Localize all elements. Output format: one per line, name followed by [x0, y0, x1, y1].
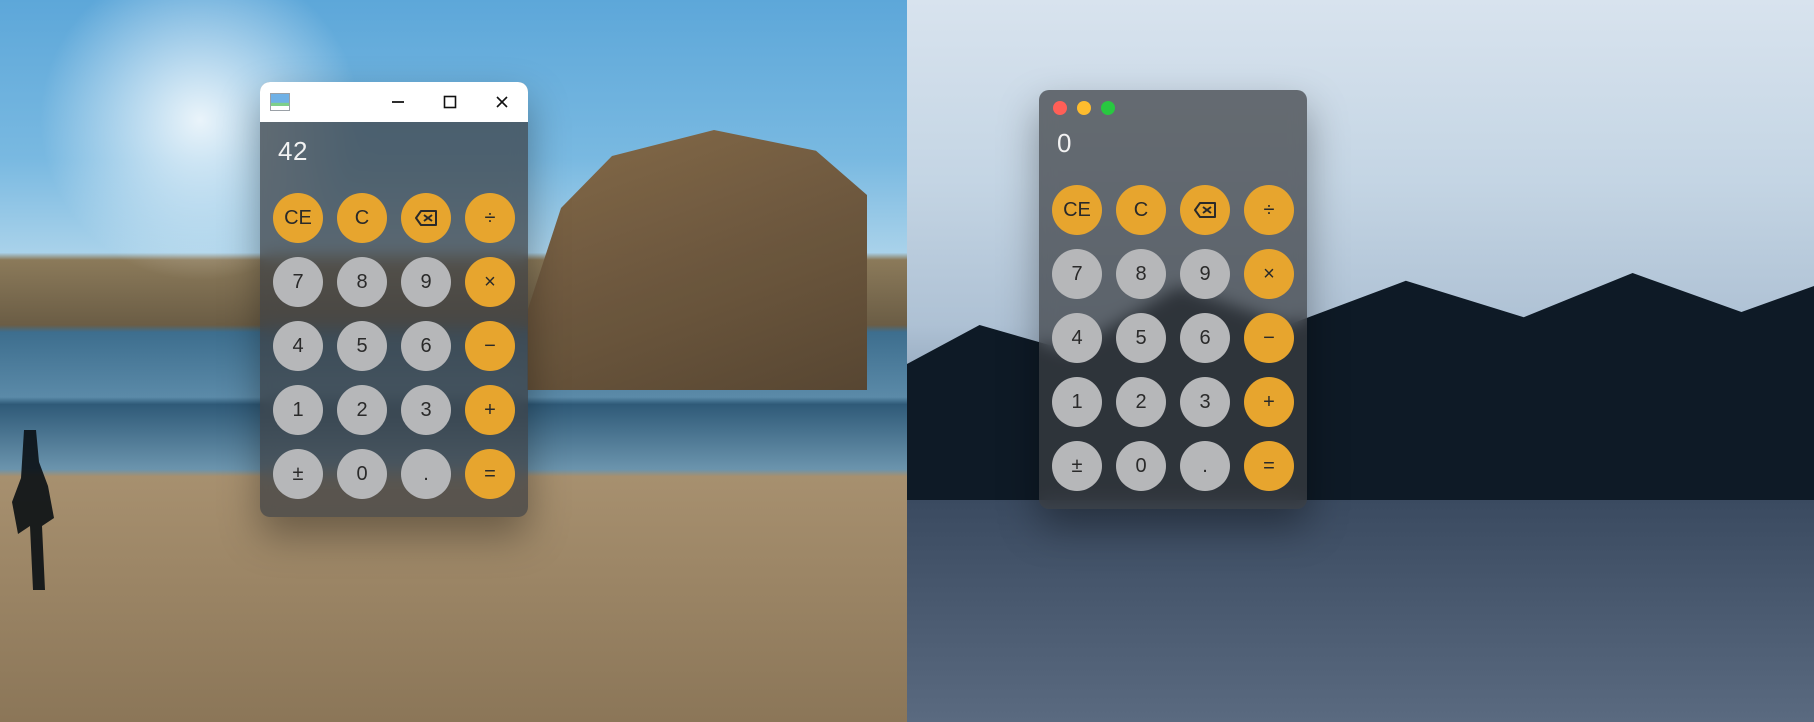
key-1[interactable]: 1 [273, 385, 323, 435]
key-4[interactable]: 4 [273, 321, 323, 371]
key-clear-entry[interactable]: CE [1052, 185, 1102, 235]
key-backspace[interactable] [401, 193, 451, 243]
key-equals[interactable]: = [1244, 441, 1294, 491]
traffic-light-zoom[interactable] [1101, 101, 1115, 115]
key-6[interactable]: 6 [401, 321, 451, 371]
key-clear[interactable]: C [1116, 185, 1166, 235]
calc-display: 0 [1039, 126, 1307, 173]
key-7[interactable]: 7 [1052, 249, 1102, 299]
wallpaper-water [907, 500, 1814, 722]
keypad: CE C ÷ 7 8 9 × 4 5 6 − 1 2 3 + ± 0 [1039, 173, 1307, 509]
key-subtract[interactable]: − [465, 321, 515, 371]
maximize-button[interactable] [424, 82, 476, 122]
key-backspace[interactable] [1180, 185, 1230, 235]
keypad: CE C ÷ 7 8 9 × 4 5 6 − 1 2 3 + ± 0 [260, 181, 528, 517]
key-decimal[interactable]: . [401, 449, 451, 499]
calculator-window-macos: 0 CE C ÷ 7 8 9 × 4 5 6 − 1 2 3 + ± [1039, 90, 1307, 509]
key-clear-entry[interactable]: CE [273, 193, 323, 243]
key-9[interactable]: 9 [401, 257, 451, 307]
key-divide[interactable]: ÷ [1244, 185, 1294, 235]
key-multiply[interactable]: × [1244, 249, 1294, 299]
key-add[interactable]: + [465, 385, 515, 435]
traffic-light-minimize[interactable] [1077, 101, 1091, 115]
key-decimal[interactable]: . [1180, 441, 1230, 491]
pane-divider [907, 0, 908, 722]
key-0[interactable]: 0 [337, 449, 387, 499]
key-add[interactable]: + [1244, 377, 1294, 427]
key-multiply[interactable]: × [465, 257, 515, 307]
close-button[interactable] [476, 82, 528, 122]
minimize-button[interactable] [372, 82, 424, 122]
key-8[interactable]: 8 [337, 257, 387, 307]
key-equals[interactable]: = [465, 449, 515, 499]
calculator-window-windows: 42 CE C ÷ 7 8 9 × 4 5 6 − 1 2 3 + ± [260, 82, 528, 517]
backspace-icon [415, 210, 437, 226]
key-4[interactable]: 4 [1052, 313, 1102, 363]
key-1[interactable]: 1 [1052, 377, 1102, 427]
key-5[interactable]: 5 [337, 321, 387, 371]
app-icon [270, 93, 290, 111]
titlebar-macos [1039, 90, 1307, 126]
key-sign[interactable]: ± [273, 449, 323, 499]
comparison-canvas: 42 CE C ÷ 7 8 9 × 4 5 6 − 1 2 3 + ± [0, 0, 1814, 722]
titlebar-windows [260, 82, 528, 122]
calc-display: 42 [260, 122, 528, 181]
maximize-icon [443, 95, 457, 109]
key-7[interactable]: 7 [273, 257, 323, 307]
key-8[interactable]: 8 [1116, 249, 1166, 299]
right-pane: 0 CE C ÷ 7 8 9 × 4 5 6 − 1 2 3 + ± [907, 0, 1814, 722]
key-2[interactable]: 2 [337, 385, 387, 435]
key-sign[interactable]: ± [1052, 441, 1102, 491]
key-3[interactable]: 3 [1180, 377, 1230, 427]
close-icon [495, 95, 509, 109]
key-5[interactable]: 5 [1116, 313, 1166, 363]
key-clear[interactable]: C [337, 193, 387, 243]
backspace-icon [1194, 202, 1216, 218]
key-6[interactable]: 6 [1180, 313, 1230, 363]
traffic-light-close[interactable] [1053, 101, 1067, 115]
key-2[interactable]: 2 [1116, 377, 1166, 427]
key-0[interactable]: 0 [1116, 441, 1166, 491]
key-subtract[interactable]: − [1244, 313, 1294, 363]
key-9[interactable]: 9 [1180, 249, 1230, 299]
left-pane: 42 CE C ÷ 7 8 9 × 4 5 6 − 1 2 3 + ± [0, 0, 907, 722]
key-divide[interactable]: ÷ [465, 193, 515, 243]
minimize-icon [391, 95, 405, 109]
key-3[interactable]: 3 [401, 385, 451, 435]
